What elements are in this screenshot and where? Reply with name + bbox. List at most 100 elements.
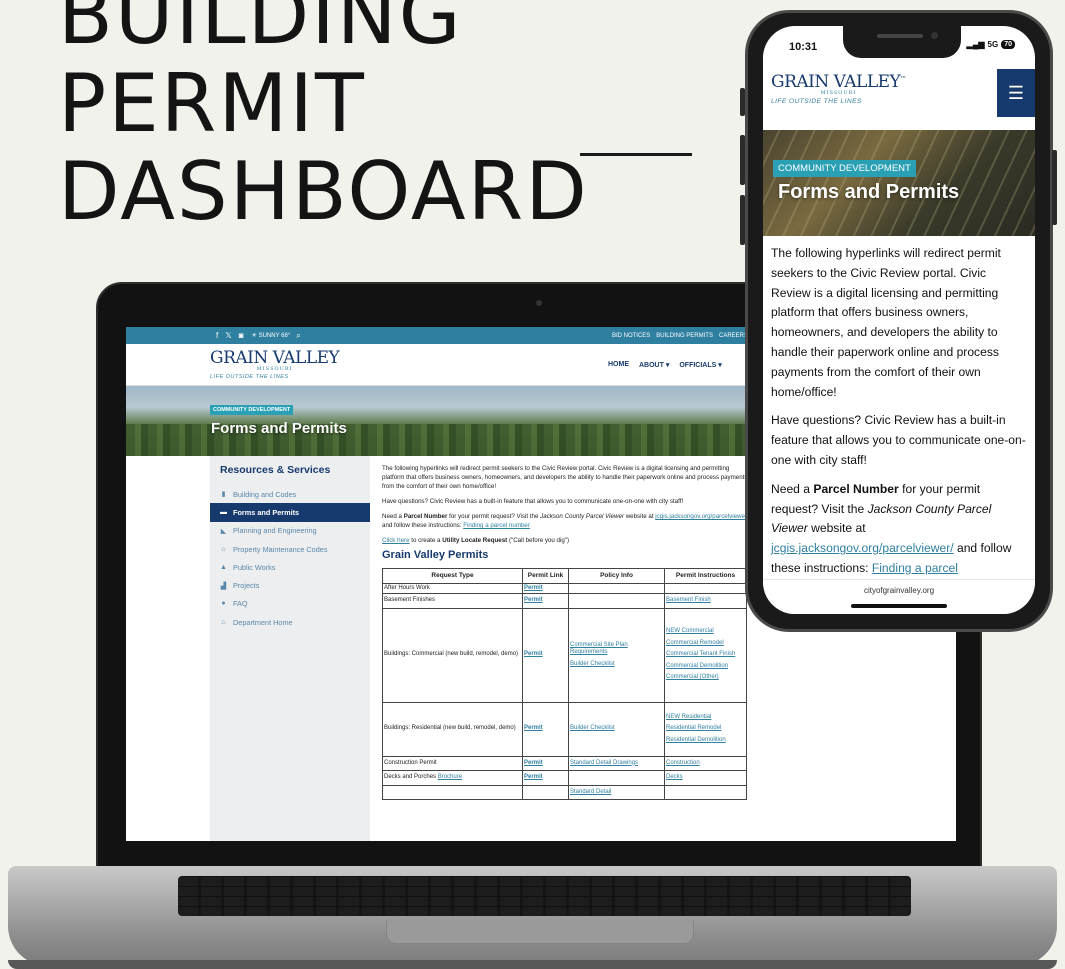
- request-type: Buildings: Commercial (new build, remode…: [382, 607, 523, 703]
- battery-icon: 70: [1001, 40, 1015, 49]
- instruction-link[interactable]: Commercial Tenant Finish: [666, 649, 745, 661]
- instagram-icon[interactable]: ◙: [239, 331, 244, 340]
- building-permits-link[interactable]: BUILDING PERMITS: [656, 333, 713, 339]
- policy-link[interactable]: Builder Checklist: [570, 723, 663, 735]
- table-header-row: Request Type Permit Link Policy Info Per…: [382, 568, 747, 584]
- policy-link[interactable]: Commercial Site Plan Requirements: [570, 640, 663, 659]
- bid-notices-link[interactable]: BID NOTICES: [612, 333, 650, 339]
- table-row: Decks and Porches Brochure Permit Decks: [382, 770, 747, 786]
- utility-links: BID NOTICES BUILDING PERMITS CAREERS: [612, 333, 748, 339]
- hamburger-menu-icon[interactable]: ☰: [997, 69, 1035, 117]
- instruction-link[interactable]: Commercial Remodel: [666, 638, 745, 650]
- table-row: Buildings: Residential (new build, remod…: [382, 701, 747, 757]
- permit-link[interactable]: Permit: [522, 755, 569, 771]
- instruction-link[interactable]: Residential Demolition: [666, 735, 745, 747]
- sidebar-item-label: FAQ: [233, 599, 248, 609]
- home-indicator: [851, 604, 947, 608]
- social-links: f 𝕏 ◙: [216, 331, 244, 340]
- permit-instructions: [664, 582, 747, 594]
- browser-address-bar[interactable]: cityofgrainvalley.org: [763, 579, 1035, 614]
- instruction-link[interactable]: Decks: [666, 772, 745, 784]
- laptop-base-shadow: [8, 960, 1057, 969]
- permit-link[interactable]: Permit: [522, 582, 569, 594]
- instruction-link[interactable]: NEW Commercial: [666, 626, 745, 638]
- request-type: Basement Finishes: [382, 593, 523, 609]
- utility-text: ("Call before you dig"): [508, 537, 570, 544]
- questions-paragraph: Have questions? Civic Review has a built…: [382, 498, 684, 505]
- instruction-link[interactable]: Commercial Demolition: [666, 661, 745, 673]
- page-title: Forms and Permits: [211, 420, 347, 437]
- sidebar-item-forms-and-permits[interactable]: ▬ Forms and Permits: [210, 503, 370, 522]
- network-label: 5G: [987, 40, 999, 49]
- sidebar-item-department-home[interactable]: ⌂ Department Home: [210, 613, 370, 631]
- utility-text: to create a: [411, 537, 441, 544]
- instruction-link[interactable]: Construction: [666, 758, 745, 770]
- policy-link[interactable]: Standard Detail Drawings: [570, 758, 663, 770]
- policy-link[interactable]: Standard Detail: [570, 787, 663, 799]
- nav-about[interactable]: ABOUT ▾: [639, 361, 669, 369]
- parcel-number-label: Parcel Number: [813, 481, 899, 496]
- policy-info: Standard Detail Drawings: [568, 755, 665, 771]
- parcel-viewer-link[interactable]: jcgis.jacksongov.org/parcelviewer/: [655, 513, 748, 520]
- permits-heading: Grain Valley Permits: [382, 549, 489, 561]
- brochure-link[interactable]: Brochure: [438, 774, 462, 780]
- request-type: Buildings: Residential (new build, remod…: [382, 701, 523, 757]
- utility-locate-link[interactable]: Click here: [382, 537, 410, 544]
- sidebar-item-planning-and-engineering[interactable]: ◣ Planning and Engineering: [210, 522, 370, 540]
- nav-officials[interactable]: OFFICIALS ▾: [679, 361, 721, 369]
- policy-link[interactable]: Builder Checklist: [570, 659, 663, 671]
- section-badge: COMMUNITY DEVELOPMENT: [210, 405, 294, 415]
- permit-link[interactable]: Permit: [522, 607, 569, 703]
- grain-valley-logo[interactable]: GRAIN VALLEY MISSOURI LIFE OUTSIDE THE L…: [210, 348, 340, 380]
- table-row: Buildings: Commercial (new build, remode…: [382, 607, 747, 703]
- utility-paragraph: Click here to create a Utility Locate Re…: [382, 536, 750, 545]
- permit-instructions: Construction: [664, 755, 747, 771]
- finding-parcel-link[interactable]: Finding a parcel number: [463, 522, 530, 529]
- sidebar-item-public-works[interactable]: ▲ Public Works: [210, 558, 370, 576]
- headline: BUILDING PERMIT DASHBOARD: [58, 0, 589, 236]
- sidebar-item-label: Building and Codes: [233, 489, 297, 499]
- sidebar-item-projects[interactable]: ▟ Projects: [210, 576, 370, 594]
- parcel-number-label: Parcel Number: [403, 513, 448, 520]
- table-row: Construction Permit Permit Standard Deta…: [382, 755, 747, 771]
- phone-screen: 10:31 ▂▄▆ 5G 70 GRAIN VALLEY™ MISSOURI L…: [763, 26, 1035, 614]
- sidebar-item-building-and-codes[interactable]: ▮ Building and Codes: [210, 485, 370, 503]
- ruler-icon: ◣: [220, 527, 227, 535]
- table-row: Standard Detail: [382, 784, 747, 800]
- instruction-link[interactable]: Residential Remodel: [666, 723, 745, 735]
- sidebar-item-faq[interactable]: ● FAQ: [210, 595, 370, 613]
- search-icon[interactable]: ⌕: [296, 331, 300, 341]
- signal-icon: ▂▄▆: [966, 40, 985, 49]
- parcel-text: for your permit request? Visit the: [449, 513, 539, 520]
- request-type: Construction Permit: [382, 755, 523, 771]
- sidebar-item-label: Property Maintenance Codes: [233, 544, 328, 554]
- nav-home[interactable]: HOME: [608, 361, 629, 369]
- phone-volume-down: [740, 195, 745, 245]
- instruction-link[interactable]: Commercial (Other): [666, 672, 745, 684]
- left-gutter: [126, 456, 210, 841]
- column-header: Request Type: [382, 568, 523, 584]
- permit-link[interactable]: Permit: [522, 593, 569, 609]
- sidebar-item-property-maintenance-codes[interactable]: ⌂ Property Maintenance Codes: [210, 540, 370, 558]
- facebook-icon[interactable]: f: [216, 331, 218, 340]
- mobile-header: GRAIN VALLEY™ MISSOURI LIFE OUTSIDE THE …: [763, 66, 1035, 130]
- parcel-viewer-link[interactable]: jcgis.jacksongov.org/parcelviewer/: [771, 541, 954, 555]
- status-icons: ▂▄▆ 5G 70: [967, 40, 1015, 49]
- logo-tagline: LIFE OUTSIDE THE LINES: [771, 98, 862, 105]
- grain-valley-logo[interactable]: GRAIN VALLEY™ MISSOURI LIFE OUTSIDE THE …: [771, 72, 906, 105]
- policy-info: Builder Checklist: [568, 701, 665, 757]
- permit-link[interactable]: Permit: [522, 701, 569, 757]
- x-icon[interactable]: 𝕏: [225, 331, 231, 340]
- permit-link[interactable]: Permit: [522, 770, 569, 786]
- careers-link[interactable]: CAREERS: [719, 333, 748, 339]
- instruction-link[interactable]: Basement Finish: [666, 595, 745, 607]
- instruction-link[interactable]: NEW Residential: [666, 712, 745, 724]
- policy-info: [568, 770, 665, 786]
- parcel-text: website at: [811, 521, 866, 536]
- sidebar-item-label: Projects: [233, 581, 260, 591]
- front-camera: [931, 32, 938, 39]
- main-nav: HOME ABOUT ▾ OFFICIALS ▾: [608, 361, 722, 369]
- finding-parcel-link[interactable]: Finding a parcel: [872, 561, 958, 575]
- sidebar: Resources & Services ▮ Building and Codes…: [210, 456, 370, 841]
- faq-icon: ●: [221, 600, 226, 608]
